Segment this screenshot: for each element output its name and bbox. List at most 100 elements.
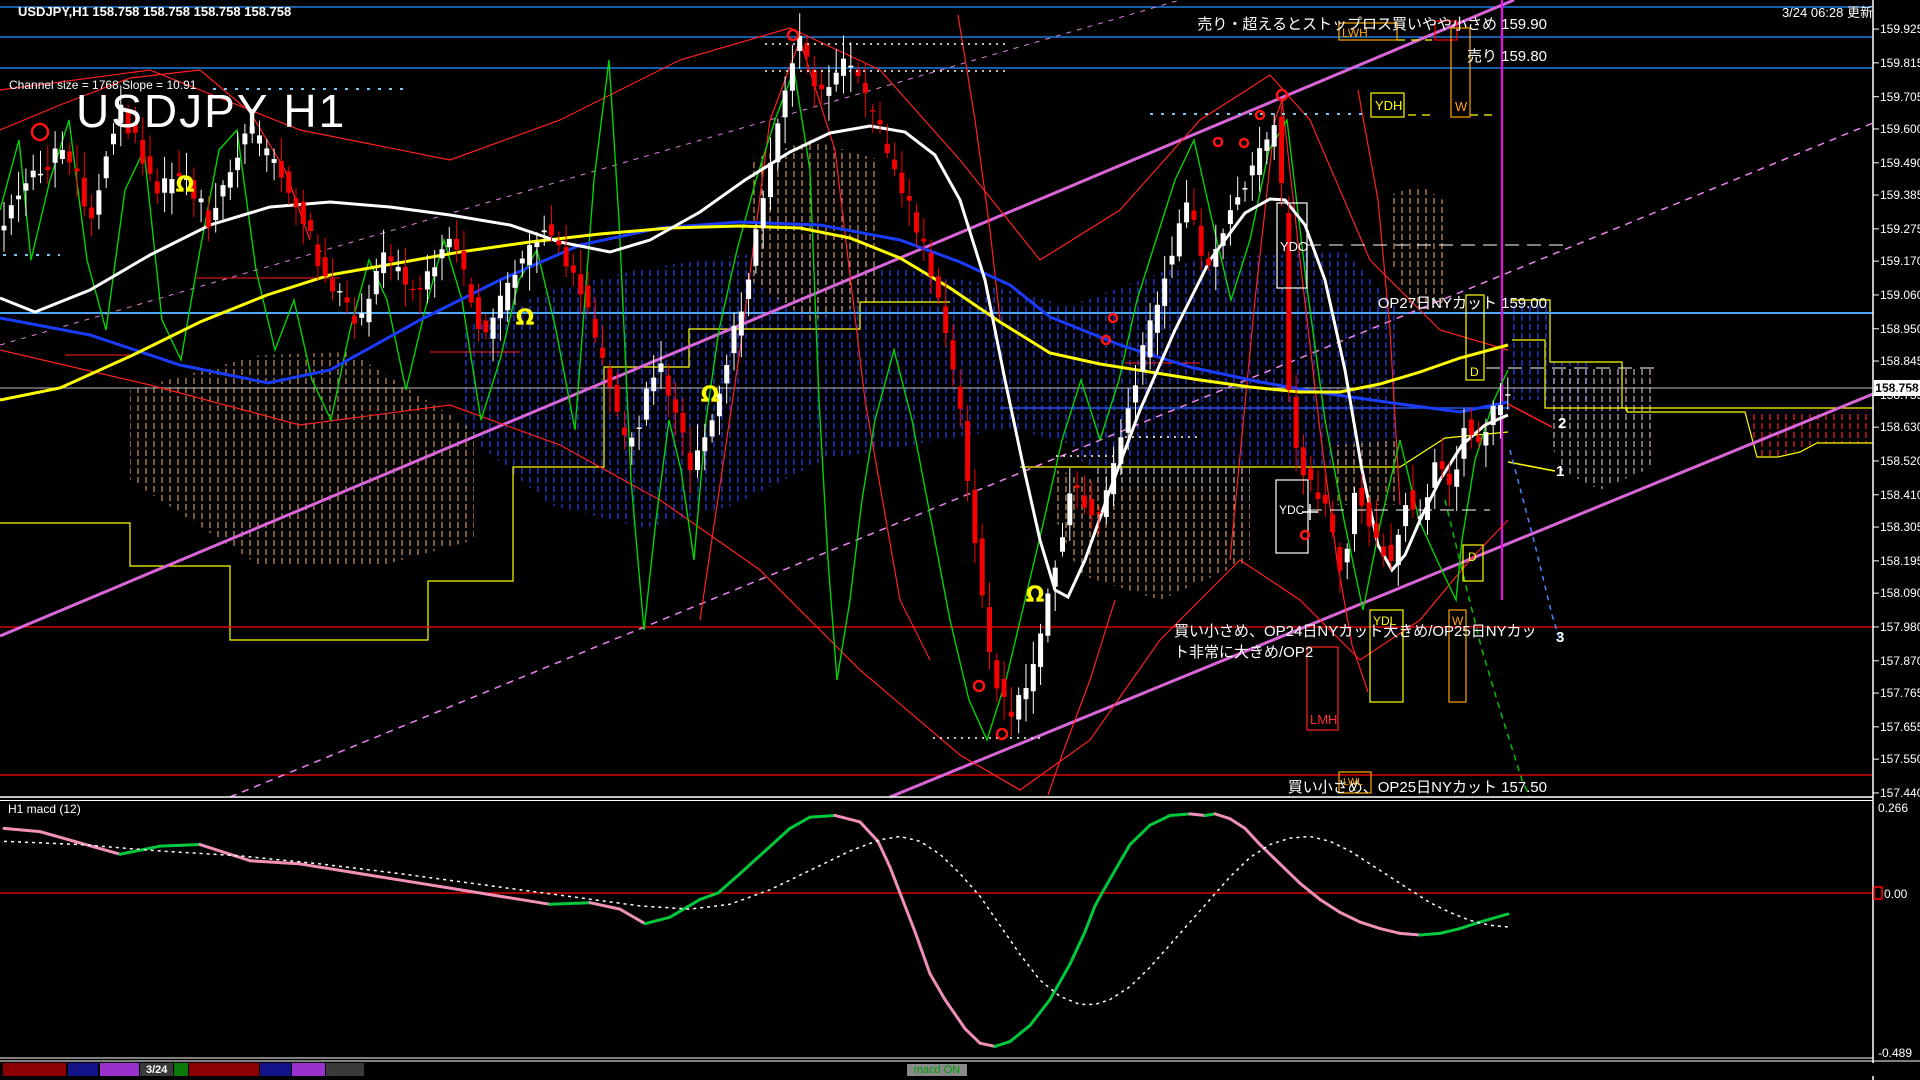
status-bar-segment — [189, 1063, 259, 1076]
macd-line — [1128, 823, 1152, 847]
candle-body — [315, 244, 321, 267]
candle-body — [300, 201, 306, 225]
candle-body — [921, 238, 927, 242]
candle-body — [1446, 473, 1452, 485]
candle-body — [1439, 461, 1445, 470]
macd-line — [1458, 920, 1482, 931]
candle-body — [1198, 225, 1204, 256]
macd-line — [888, 865, 902, 895]
candle-body — [935, 276, 941, 298]
price-axis-label: 158.090 — [1880, 586, 1920, 601]
candle-body — [1169, 255, 1175, 265]
candle-body — [227, 172, 233, 188]
candle-body — [1206, 258, 1211, 266]
price-axis-label: 157.550 — [1880, 752, 1920, 767]
candle-body — [1147, 320, 1153, 358]
candle-body — [103, 156, 109, 179]
macd-line — [548, 901, 592, 906]
macd-line — [1298, 881, 1322, 901]
candle-body — [862, 83, 868, 94]
price-annotation: 買い小さめ、OP25日NYカット 157.50 — [1287, 779, 1547, 796]
candle-body — [702, 437, 708, 452]
candle-body — [614, 384, 620, 412]
candle-body — [979, 538, 985, 596]
price-axis-label: 159.275 — [1880, 221, 1920, 236]
candle-body — [81, 177, 87, 207]
macd-line — [993, 1040, 1012, 1048]
candle-body — [359, 313, 365, 318]
candle-body — [1359, 487, 1365, 506]
candle-body — [1454, 469, 1460, 487]
candle-body — [1045, 593, 1051, 636]
macd-line — [38, 830, 82, 845]
candle-body — [1366, 502, 1372, 527]
candle-body — [1490, 405, 1496, 426]
price-annotation: 売り・超えるとストップロス買いやや小さめ 159.90 — [1197, 16, 1547, 33]
candle-body — [972, 489, 978, 544]
candle-body — [59, 149, 65, 159]
macd-indicator-label: H1 macd (12) — [8, 802, 81, 816]
macd-line — [78, 841, 122, 856]
candle-body — [8, 205, 14, 219]
macd-zero-tick — [1873, 886, 1883, 900]
candle-body — [1279, 116, 1284, 184]
candle-body — [154, 181, 160, 194]
box-label: W — [1452, 614, 1464, 628]
red-ring-marker — [1238, 137, 1250, 149]
macd-min-label: -0.489 — [1878, 1046, 1913, 1060]
candle-body — [585, 285, 591, 308]
candle-body — [454, 238, 460, 250]
candle-body — [1140, 345, 1146, 372]
candle-body — [1001, 678, 1007, 697]
macd-on-badge[interactable]: macd ON — [907, 1064, 967, 1076]
macd-line — [1228, 817, 1247, 830]
candle-body — [162, 178, 168, 193]
box-label: YDC — [1279, 503, 1305, 517]
macd-line — [698, 891, 720, 901]
status-bar-segment — [174, 1063, 188, 1076]
candle-body — [286, 171, 292, 193]
candle-body — [344, 297, 350, 303]
candle-body — [74, 168, 80, 172]
candle-body — [1461, 427, 1467, 459]
macd-line — [1203, 812, 1217, 817]
candle-body — [1176, 223, 1182, 257]
candle-body — [89, 207, 95, 219]
candle-body — [490, 317, 496, 339]
candle-body — [534, 242, 540, 248]
candle-body — [987, 607, 992, 653]
status-bar-segment — [3, 1063, 66, 1076]
candle-body — [1184, 202, 1190, 223]
candle-body — [308, 220, 314, 232]
candle-body — [527, 245, 533, 266]
macd-line — [943, 998, 967, 1031]
candle-body — [1271, 125, 1277, 147]
channel-info-label: Channel size = 1768 Slope = 10.91 — [9, 78, 197, 92]
macd-line — [448, 886, 502, 898]
candle-body — [330, 279, 335, 292]
candle-body — [1410, 490, 1416, 510]
macd-line — [738, 849, 767, 876]
omega-marker: Ω — [176, 173, 195, 198]
candle-body — [147, 156, 153, 174]
candle-body — [1227, 210, 1233, 225]
candle-body — [483, 320, 489, 333]
macd-line — [833, 813, 862, 824]
candle-body — [841, 58, 846, 76]
candle-body — [67, 151, 73, 163]
candle-body — [1432, 462, 1438, 488]
candle-body — [1096, 512, 1102, 514]
macd-line — [963, 1027, 982, 1045]
candle-body — [1337, 547, 1343, 571]
candle-body — [432, 267, 438, 277]
candle-body — [811, 69, 817, 87]
box-label: LWH — [1342, 26, 1368, 40]
price-axis-label: 158.735 — [1880, 387, 1920, 402]
candle-body — [468, 284, 474, 303]
candle-body — [629, 437, 635, 447]
chart-canvas[interactable]: Ω Ω Ω Ω — [0, 0, 1920, 1080]
status-bar-segment — [326, 1063, 364, 1076]
candle-body — [826, 87, 832, 96]
kumo-cloud — [1655, 410, 1873, 457]
price-axis-label: 159.815 — [1880, 55, 1920, 70]
